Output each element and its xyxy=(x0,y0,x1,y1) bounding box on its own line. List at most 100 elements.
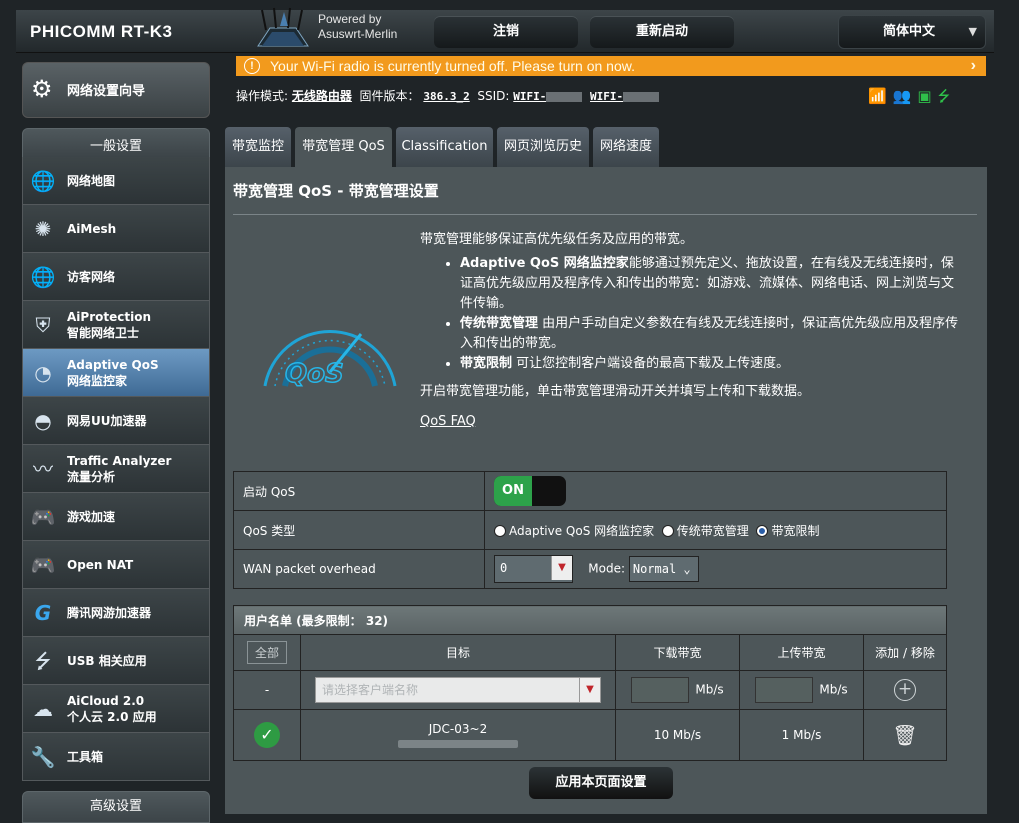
radio-adaptive-qos[interactable] xyxy=(494,525,506,537)
sidebar-item-open-nat[interactable]: 🎮 Open NAT xyxy=(22,541,210,589)
guest-globe-icon: 🌐 xyxy=(30,265,56,289)
reboot-button[interactable]: 重新启动 xyxy=(590,16,734,48)
wifi-icon[interactable]: 📶 xyxy=(868,87,887,105)
radio-traditional-qos[interactable] xyxy=(661,525,674,537)
masked-text xyxy=(623,91,660,102)
tab-classification[interactable]: Classification xyxy=(396,127,493,167)
client-target-input[interactable]: 请选择客户端名称 ▼ xyxy=(315,677,601,703)
client-download: 10 Mb/s xyxy=(615,709,740,761)
shield-icon: ⛨ xyxy=(35,313,51,337)
masked-text xyxy=(398,740,518,748)
qos-toggle[interactable]: ON xyxy=(494,476,566,506)
qos-gauge-logo: QoS xyxy=(263,329,397,390)
brand-logo: PHICOMM RT-K3 xyxy=(30,22,173,41)
ssid-2g[interactable]: WIFI- xyxy=(513,90,546,103)
table-row: ✓ JDC-03~2 10 Mb/s 1 Mb/s 🗑 xyxy=(233,709,947,761)
powered-by: Powered by Asuswrt-Merlin xyxy=(318,12,398,41)
sidebar-item-guest-network[interactable]: 🌐 访客网络 xyxy=(22,253,210,301)
globe-icon: 🌐 xyxy=(30,169,56,193)
wifi-off-alert[interactable]: ! Your Wi-Fi radio is currently turned o… xyxy=(236,56,986,76)
trash-icon[interactable]: 🗑 xyxy=(892,723,917,747)
gamepad-icon: 🎮 xyxy=(30,505,56,529)
qos-type-label: QoS 类型 xyxy=(233,510,485,550)
ssid-5g[interactable]: WIFI- xyxy=(590,90,623,103)
sidebar-item-uu-booster[interactable]: ◓ 网易UU加速器 xyxy=(22,397,210,445)
sidebar-item-game-boost[interactable]: 🎮 游戏加速 xyxy=(22,493,210,541)
sidebar-item-aiprotection[interactable]: ⛨ AiProtection 智能网络卫士 xyxy=(22,301,210,349)
wan-overhead-label: WAN packet overhead xyxy=(233,549,485,589)
col-action: 添加 / 移除 xyxy=(863,634,947,671)
tencent-g-icon: G xyxy=(34,601,52,625)
qos-type-radios: Adaptive QoS 网络监控家 传统带宽管理 带宽限制 xyxy=(484,510,947,550)
tab-web-history[interactable]: 网页浏览历史 xyxy=(497,127,589,167)
logout-button[interactable]: 注销 xyxy=(434,16,578,48)
masked-text xyxy=(546,91,583,102)
firmware-link[interactable]: 386.3_2 xyxy=(423,90,469,103)
mode-select[interactable]: Normal ⌄ xyxy=(628,556,699,582)
dropdown-arrow-icon[interactable]: ▼ xyxy=(579,678,600,702)
tab-qos[interactable]: 带宽管理 QoS xyxy=(295,127,392,167)
sidebar: ⚙ 网络设置向导 一般设置 🌐 网络地图 ✺ AiMesh 🌐 访客网络 ⛨ AiPro… xyxy=(22,62,210,823)
apply-button[interactable]: 应用本页面设置 xyxy=(529,767,673,799)
users-icon[interactable]: 👥 xyxy=(893,87,912,105)
speedometer-icon: ◓ xyxy=(34,409,52,433)
client-list-table: 用户名单 (最多限制： 32) 全部 目标 下载带宽 上传带宽 添加 / 移除 … xyxy=(233,605,947,761)
wizard-gear-icon: ⚙ xyxy=(31,75,53,103)
language-select[interactable]: 简体中文 ▼ xyxy=(838,15,986,49)
col-target: 目标 xyxy=(300,634,616,671)
tab-speedtest[interactable]: 网络速度 xyxy=(593,127,659,167)
select-all-button[interactable]: 全部 xyxy=(246,641,287,664)
client-upload: 1 Mb/s xyxy=(739,709,864,761)
sidebar-item-traffic-analyzer[interactable]: 〰 Traffic Analyzer 流量分析 xyxy=(22,445,210,493)
warning-icon: ! xyxy=(244,58,260,74)
router-icon xyxy=(257,7,309,47)
client-list-title: 用户名单 (最多限制： 32) xyxy=(233,605,947,635)
add-icon[interactable]: + xyxy=(894,679,916,701)
intro-text: 带宽管理能够保证高优先级任务及应用的带宽。 Adaptive QoS 网络监控家… xyxy=(420,230,960,432)
usb-icon: ⭍ xyxy=(34,649,52,673)
new-client-row: - 请选择客户端名称 ▼ Mb/s Mb/s + xyxy=(233,670,947,710)
enable-qos-label: 启动 QoS xyxy=(233,471,485,511)
cloud-icon: ☁ xyxy=(33,697,53,721)
sidebar-item-usb-apps[interactable]: ⭍ USB 相关应用 xyxy=(22,637,210,685)
waveform-icon: 〰 xyxy=(33,457,53,481)
gamepad-globe-icon: 🎮 xyxy=(30,553,56,577)
page-title: 带宽管理 QoS - 带宽管理设置 xyxy=(233,182,439,200)
dropdown-arrow-icon: ▼ xyxy=(551,556,572,580)
general-section-title: 一般设置 xyxy=(22,128,210,157)
tab-bandwidth-monitor[interactable]: 带宽监控 xyxy=(225,127,291,167)
download-limit-input[interactable] xyxy=(631,677,690,703)
sidebar-item-network-map[interactable]: 🌐 网络地图 xyxy=(22,157,210,205)
status-icons: 📶 👥 ▣ ⭍ xyxy=(868,86,956,106)
upload-limit-input[interactable] xyxy=(755,677,814,703)
gauge-icon: ◔ xyxy=(34,361,52,385)
sidebar-item-aicloud[interactable]: ☁ AiCloud 2.0 个人云 2.0 应用 xyxy=(22,685,210,733)
qos-settings-table: 启动 QoS ON QoS 类型 Adaptive QoS 网络监控家 传统带宽… xyxy=(233,471,947,589)
wan-overhead-select[interactable]: 0 ▼ xyxy=(494,555,573,583)
sidebar-item-setup-wizard[interactable]: ⚙ 网络设置向导 xyxy=(22,62,210,118)
main-panel: 带宽管理 QoS - 带宽管理设置 QoS 带宽管理能够保证高优先级任务及应用的… xyxy=(225,167,987,814)
sidebar-item-aimesh[interactable]: ✺ AiMesh xyxy=(22,205,210,253)
chevron-right-icon[interactable]: › xyxy=(971,56,976,76)
sidebar-item-tencent-booster[interactable]: G 腾讯网游加速器 xyxy=(22,589,210,637)
client-name: JDC-03~2 xyxy=(428,722,488,736)
usb-status-icon[interactable]: ⭍ xyxy=(938,86,951,111)
chevron-down-icon: ▼ xyxy=(968,25,977,38)
radio-bandwidth-limiter[interactable] xyxy=(756,525,769,537)
divider xyxy=(233,214,977,215)
status-line: 操作模式: 无线路由器 固件版本： 386.3_2 SSID: WIFI- WI… xyxy=(236,87,660,104)
enabled-check-icon[interactable]: ✓ xyxy=(254,722,280,748)
mode-label: Mode: xyxy=(588,561,626,576)
svg-text:QoS: QoS xyxy=(285,359,344,389)
qos-faq-link[interactable]: QoS FAQ xyxy=(420,414,476,429)
top-bar: PHICOMM RT-K3 Powered by Asuswrt-Merlin … xyxy=(16,7,994,53)
advanced-section-title: 高级设置 xyxy=(22,791,210,823)
mesh-icon: ✺ xyxy=(34,217,52,241)
col-download: 下载带宽 xyxy=(615,634,740,671)
col-upload: 上传带宽 xyxy=(739,634,864,671)
op-mode-link[interactable]: 无线路由器 xyxy=(292,89,352,103)
wrench-icon: 🔧 xyxy=(30,745,56,769)
devices-icon[interactable]: ▣ xyxy=(917,87,931,105)
sidebar-item-toolbox[interactable]: 🔧 工具箱 xyxy=(22,733,210,781)
sidebar-item-adaptive-qos[interactable]: ◔ Adaptive QoS 网络监控家 xyxy=(22,349,210,397)
